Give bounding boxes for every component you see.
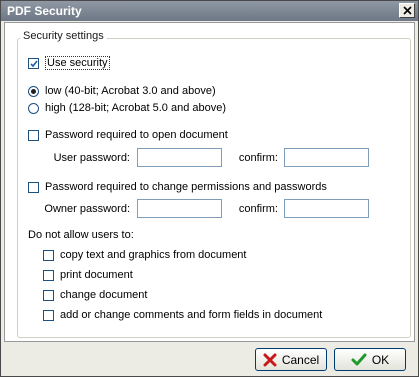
restriction-print-checkbox[interactable]: print document <box>43 269 133 281</box>
permissions-password-checkbox[interactable]: Password required to change permissions … <box>28 181 327 193</box>
encryption-low-label: low (40-bit; Acrobat 3.0 and above) <box>45 85 216 97</box>
cancel-button[interactable]: Cancel <box>255 348 327 371</box>
user-password-label: User password: <box>53 152 130 164</box>
permissions-password-label: Password required to change permissions … <box>45 181 327 193</box>
restrictions-heading: Do not allow users to: <box>28 229 134 241</box>
restriction-copy-label: copy text and graphics from document <box>60 249 247 261</box>
encryption-high-label: high (128-bit; Acrobat 5.0 and above) <box>45 102 227 114</box>
open-password-check[interactable] <box>28 129 39 141</box>
user-confirm-label: confirm: <box>238 152 278 164</box>
restriction-change-check[interactable] <box>43 289 54 301</box>
settings-panel: Security settings Use security low (40-b… <box>4 22 415 342</box>
user-confirm-input[interactable] <box>284 148 369 167</box>
close-icon <box>403 6 412 15</box>
encryption-low-radio[interactable]: low (40-bit; Acrobat 3.0 and above) <box>28 85 216 97</box>
security-settings-label: Security settings <box>20 30 107 42</box>
restriction-change-checkbox[interactable]: change document <box>43 289 147 301</box>
cancel-button-label: Cancel <box>281 352 320 367</box>
checkmark-icon <box>30 60 38 67</box>
restriction-print-check[interactable] <box>43 269 54 281</box>
use-security-check[interactable] <box>28 57 39 69</box>
pdf-security-dialog: PDF Security Security settings Use secur… <box>0 0 419 377</box>
encryption-high-radio[interactable]: high (128-bit; Acrobat 5.0 and above) <box>28 102 226 114</box>
open-password-label: Password required to open document <box>45 129 228 141</box>
use-security-label: Use security <box>45 56 110 70</box>
ok-button-label: OK <box>371 352 390 367</box>
owner-password-input[interactable] <box>137 199 222 218</box>
red-x-icon <box>263 353 277 366</box>
restriction-change-label: change document <box>60 289 148 301</box>
owner-confirm-label: confirm: <box>238 203 278 215</box>
window-title: PDF Security <box>7 4 82 18</box>
restriction-copy-check[interactable] <box>43 249 54 261</box>
permissions-password-check[interactable] <box>28 181 39 193</box>
close-button[interactable] <box>399 3 415 18</box>
restriction-comments-label: add or change comments and form fields i… <box>60 309 323 321</box>
encryption-high-dot[interactable] <box>28 102 39 114</box>
encryption-low-dot[interactable] <box>28 85 39 97</box>
restriction-comments-check[interactable] <box>43 309 54 321</box>
owner-confirm-input[interactable] <box>284 199 369 218</box>
title-bar[interactable]: PDF Security <box>1 1 418 21</box>
green-check-icon <box>351 353 367 365</box>
user-password-input[interactable] <box>137 148 222 167</box>
restriction-print-label: print document <box>60 269 133 281</box>
restriction-copy-checkbox[interactable]: copy text and graphics from document <box>43 249 246 261</box>
owner-password-label: Owner password: <box>44 203 130 215</box>
use-security-checkbox[interactable]: Use security <box>28 56 110 70</box>
restriction-comments-checkbox[interactable]: add or change comments and form fields i… <box>43 309 322 321</box>
ok-button[interactable]: OK <box>334 348 406 371</box>
open-password-checkbox[interactable]: Password required to open document <box>28 129 228 141</box>
